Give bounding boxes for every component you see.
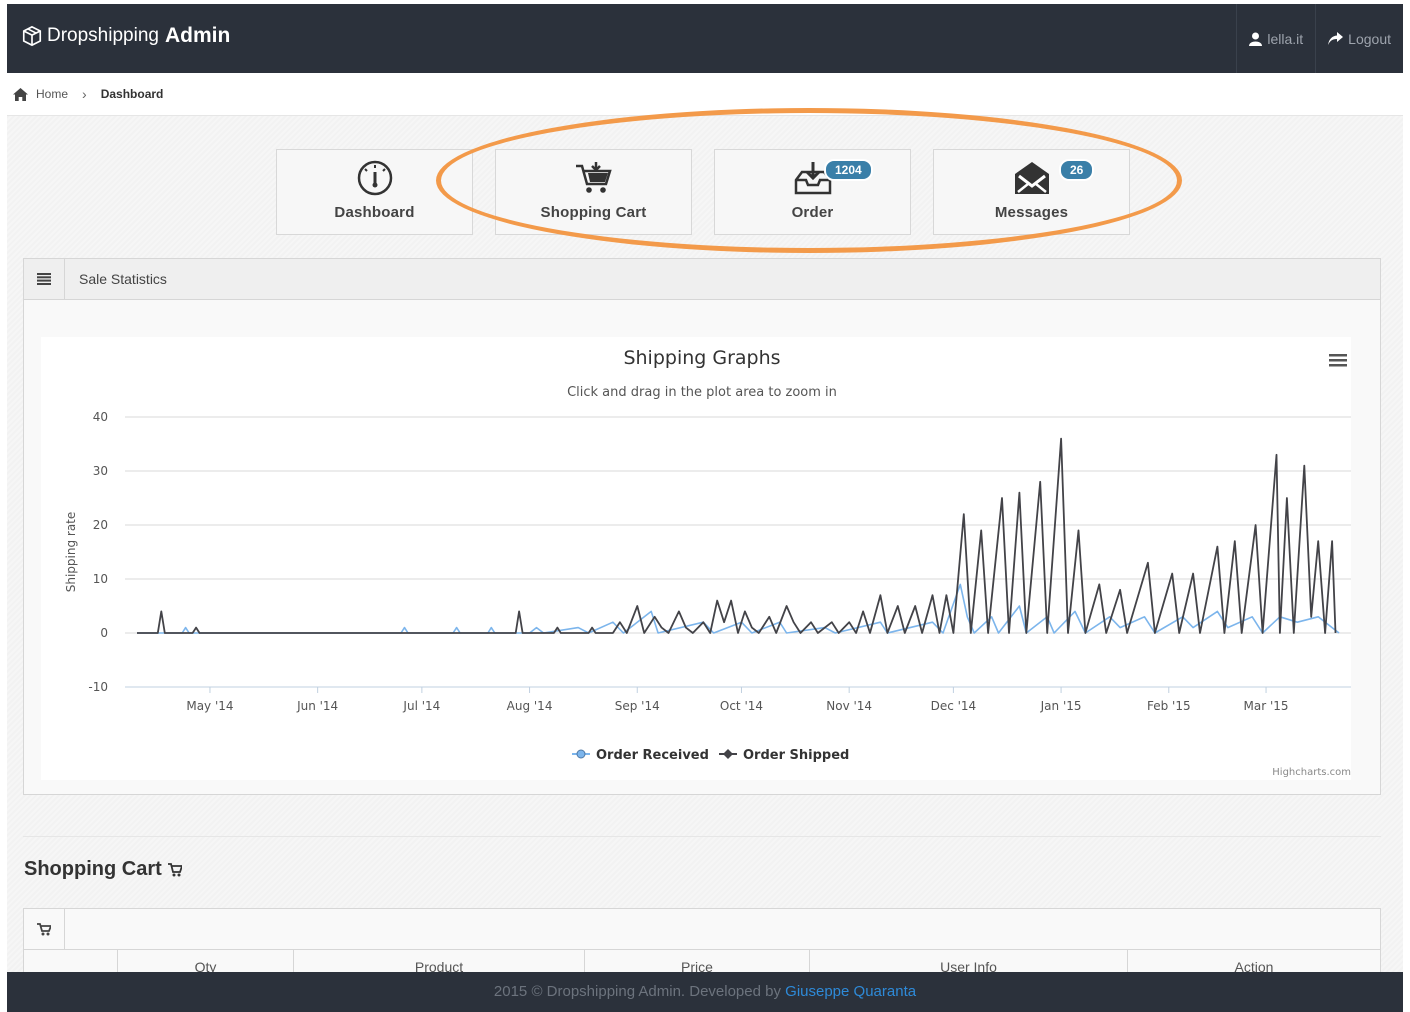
shopping-cart-icon [574, 160, 614, 201]
y-tick-label: 0 [100, 626, 108, 640]
legend-label-order-shipped: Order Shipped [743, 748, 849, 763]
legend-item-order-received[interactable]: Order Received [572, 748, 709, 763]
breadcrumb-current: Dashboard [100, 87, 164, 101]
panel-header: Sale Statistics [24, 258, 1380, 300]
x-tick-label: Sep '14 [615, 699, 660, 713]
y-tick-label: -10 [88, 680, 108, 694]
y-tick-label: 10 [93, 572, 108, 586]
brand-logo[interactable]: Dropshipping Admin [21, 24, 230, 48]
tile-shopping-cart[interactable]: Shopping Cart [495, 149, 692, 235]
x-tick-label: Jan '15 [1040, 699, 1082, 713]
share-arrow-icon [1328, 32, 1344, 45]
x-tick-label: Nov '14 [826, 699, 872, 713]
legend-item-order-shipped[interactable]: Order Shipped [719, 748, 849, 763]
x-tick-label: Aug '14 [507, 699, 553, 713]
top-navbar: Dropshipping Admin lella.it Logout [7, 4, 1403, 73]
list-icon [24, 258, 65, 300]
x-tick-label: Jul '14 [402, 699, 440, 713]
section-divider [23, 836, 1381, 837]
shopping-cart-heading-text: Shopping Cart [24, 858, 162, 880]
series-line-order-received[interactable] [137, 583, 1340, 634]
brand-bold: Admin [164, 24, 231, 47]
sale-statistics-panel: Sale Statistics Shipping Graphs Click an… [23, 258, 1381, 795]
user-menu-link[interactable]: lella.it [1236, 4, 1315, 73]
tile-order-label: Order [791, 204, 834, 221]
y-axis-label: Shipping rate [64, 512, 78, 593]
envelope-open-icon [1012, 160, 1052, 201]
chart-legend: Order Received Order Shipped [572, 748, 849, 763]
user-icon [1249, 32, 1263, 46]
order-count-badge: 1204 [824, 159, 873, 181]
panel-title: Sale Statistics [79, 271, 167, 287]
x-tick-label: Dec '14 [931, 699, 977, 713]
cart-header-icon [24, 909, 65, 950]
breadcrumb-home[interactable]: Home [36, 87, 68, 101]
shopping-cart-heading: Shopping Cart [24, 858, 182, 881]
home-icon [13, 87, 28, 101]
legend-label-order-received: Order Received [596, 748, 709, 763]
brand-prefix: Dropshipping [47, 25, 159, 46]
tile-messages-label: Messages [994, 204, 1069, 221]
main-content: Dashboard Shopping Cart 1204 Order 26 Me… [7, 116, 1403, 988]
app-window: Dropshipping Admin lella.it Logout Home … [7, 4, 1403, 1012]
x-tick-label: Oct '14 [720, 699, 763, 713]
x-tick-label: Jun '14 [296, 699, 338, 713]
y-tick-label: 40 [93, 410, 108, 424]
chart-svg[interactable]: Shipping Graphs Click and drag in the pl… [41, 337, 1351, 780]
x-tick-label: Mar '15 [1244, 699, 1289, 713]
tile-order[interactable]: 1204 Order [714, 149, 911, 235]
chart-credits[interactable]: Highcharts.com [1272, 767, 1351, 778]
footer: 2015 © Dropshipping Admin. Developed by … [7, 972, 1403, 1012]
messages-count-badge: 26 [1059, 159, 1095, 181]
logout-link[interactable]: Logout [1315, 4, 1403, 73]
tile-messages[interactable]: 26 Messages [933, 149, 1130, 235]
y-tick-label: 30 [93, 464, 108, 478]
tile-dashboard[interactable]: Dashboard [276, 149, 473, 235]
breadcrumb-separator: › [82, 86, 87, 102]
x-tick-label: Feb '15 [1147, 699, 1191, 713]
tile-shopping-cart-label: Shopping Cart [540, 204, 647, 221]
shipping-chart[interactable]: Shipping Graphs Click and drag in the pl… [41, 337, 1351, 780]
user-name: lella.it [1267, 30, 1304, 47]
footer-author-link[interactable]: Giuseppe Quaranta [785, 983, 916, 1000]
chart-title: Shipping Graphs [623, 347, 780, 369]
dashboard-gauge-icon [356, 160, 394, 201]
chart-menu-icon[interactable] [1329, 354, 1347, 367]
breadcrumb: Home › Dashboard [7, 73, 1403, 116]
chart-subtitle: Click and drag in the plot area to zoom … [567, 385, 837, 400]
table-panel-header [24, 909, 1380, 950]
logout-label: Logout [1348, 30, 1391, 47]
footer-text: 2015 © Dropshipping Admin. Developed by [493, 983, 781, 1000]
tile-dashboard-label: Dashboard [334, 204, 415, 221]
y-tick-label: 20 [93, 518, 108, 532]
cube-icon [22, 25, 42, 47]
shortcut-tiles: Dashboard Shopping Cart 1204 Order 26 Me… [276, 149, 1130, 235]
x-tick-label: May '14 [186, 699, 233, 713]
cart-small-icon [167, 862, 182, 876]
series-line-order-shipped[interactable] [137, 437, 1337, 634]
